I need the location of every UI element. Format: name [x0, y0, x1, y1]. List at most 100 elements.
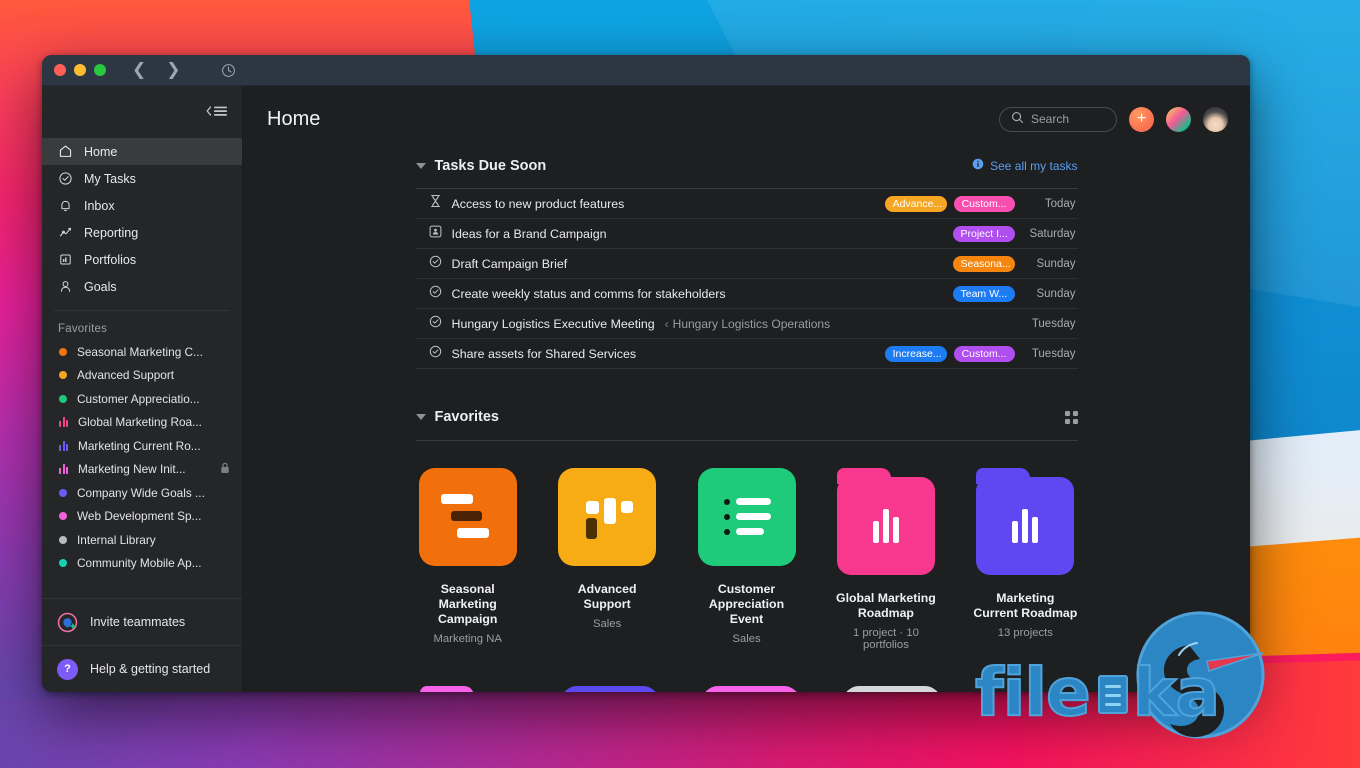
invite-teammates-label: Invite teammates: [90, 615, 186, 629]
favorites-card-grid-row2: [416, 686, 1078, 692]
sidebar-item-goals[interactable]: Goals: [42, 273, 242, 300]
search-input[interactable]: [999, 106, 1117, 132]
status-badge[interactable]: Project I...: [952, 225, 1015, 242]
sidebar-item-label: Home: [84, 144, 118, 159]
sidebar-header: [42, 86, 242, 136]
home-content: Tasks Due Soon See all my tasks Access t…: [243, 152, 1250, 692]
bell-icon: [58, 198, 73, 213]
project-color-dot: [59, 488, 67, 497]
table-row[interactable]: Hungary Logistics Executive Meeting ‹ Hun…: [415, 309, 1078, 339]
favorite-label: Web Development Sp...: [77, 509, 202, 524]
portfolio-bars-icon: [59, 464, 68, 475]
collapse-sidebar-icon[interactable]: [205, 104, 229, 118]
sidebar-favorite-item[interactable]: Marketing New Init...: [42, 458, 242, 482]
check-circle-icon[interactable]: [429, 315, 442, 333]
favorites-card-grid: Seasonal Marketing Campaign Marketing NA…: [416, 468, 1078, 651]
favorite-card-marketing-current-roadmap[interactable]: Marketing Current Roadmap 13 projects: [973, 468, 1077, 651]
table-row[interactable]: Access to new product features Advance..…: [415, 189, 1078, 219]
card-subtitle: 1 project · 10 portfolios: [852, 627, 919, 651]
favorite-card-row2-2[interactable]: [557, 686, 663, 692]
status-badge[interactable]: Custom...: [953, 345, 1015, 362]
task-title: Hungary Logistics Executive Meeting: [451, 316, 655, 331]
status-badge[interactable]: Seasona...: [952, 255, 1015, 272]
chevron-down-icon[interactable]: [415, 414, 426, 420]
check-circle-icon[interactable]: [429, 255, 442, 273]
sidebar: Home My Tasks Inbox Reporting Portfolios…: [42, 86, 243, 692]
sidebar-favorite-item[interactable]: Global Marketing Roa...: [42, 411, 242, 435]
task-project[interactable]: ‹ Hungary Logistics Operations: [665, 317, 830, 331]
maximize-window-button[interactable]: [94, 64, 106, 76]
card-subtitle: Sales: [592, 618, 622, 630]
favorite-card-customer-appreciation-event[interactable]: Customer Appreciation Event Sales: [694, 468, 798, 651]
project-color-dot: [59, 394, 67, 403]
favorite-label: Global Marketing Roa...: [78, 415, 202, 430]
sidebar-favorite-item[interactable]: Company Wide Goals ...: [42, 481, 242, 505]
favorite-card-row2-3[interactable]: [698, 686, 804, 692]
card-subtitle: Marketing NA: [433, 633, 502, 645]
favorite-label: Community Mobile Ap...: [77, 556, 202, 571]
close-window-button[interactable]: [54, 64, 66, 76]
sidebar-favorite-item[interactable]: Advanced Support: [42, 364, 242, 388]
sidebar-favorite-item[interactable]: Internal Library: [42, 528, 242, 552]
clock-icon[interactable]: [221, 63, 236, 78]
favorite-card-row2-1[interactable]: [416, 686, 522, 692]
milestone-icon: [429, 225, 442, 243]
line-chart-icon: [58, 225, 73, 240]
check-circle-icon[interactable]: [429, 285, 442, 303]
status-badge[interactable]: Team W...: [952, 285, 1015, 302]
favorite-card-global-marketing-roadmap[interactable]: Global Marketing Roadmap 1 project · 10 …: [834, 468, 938, 651]
sidebar-item-inbox[interactable]: Inbox: [42, 192, 242, 219]
check-circle-icon[interactable]: [429, 345, 442, 363]
project-tile-icon: [842, 686, 941, 692]
table-row[interactable]: Draft Campaign Brief Seasona... Sunday: [415, 249, 1078, 279]
table-row[interactable]: Share assets for Shared Services Increas…: [415, 339, 1078, 369]
status-badge[interactable]: Advance...: [884, 195, 947, 212]
sidebar-item-my-tasks[interactable]: My Tasks: [42, 165, 242, 192]
favorite-label: Marketing New Init...: [78, 462, 186, 477]
status-badge[interactable]: Increase...: [884, 345, 947, 362]
sidebar-favorite-item[interactable]: Seasonal Marketing C...: [42, 340, 242, 364]
window-traffic-lights[interactable]: [54, 64, 106, 76]
sidebar-item-reporting[interactable]: Reporting: [42, 219, 242, 246]
avatar-user-2[interactable]: [1203, 106, 1228, 132]
minimize-window-button[interactable]: [74, 64, 86, 76]
favorite-card-seasonal-marketing-campaign[interactable]: Seasonal Marketing Campaign Marketing NA: [416, 468, 520, 651]
chevron-down-icon[interactable]: [415, 163, 426, 169]
sidebar-item-portfolios[interactable]: Portfolios: [42, 246, 242, 273]
favorite-card-row2-4[interactable]: [839, 686, 945, 692]
see-all-my-tasks-link[interactable]: See all my tasks: [990, 159, 1077, 173]
hourglass-icon: [429, 194, 442, 213]
goal-icon: [58, 279, 73, 294]
lock-icon: [220, 462, 230, 477]
grid-view-icon[interactable]: [1064, 410, 1078, 424]
sidebar-favorites-list: Seasonal Marketing C... Advanced Support…: [42, 340, 242, 575]
project-tile-icon: [418, 468, 517, 566]
table-row[interactable]: Ideas for a Brand Campaign Project I... …: [415, 219, 1078, 249]
sidebar-item-home[interactable]: Home: [42, 138, 242, 165]
sidebar-favorite-item[interactable]: Marketing Current Ro...: [42, 434, 242, 458]
search-field[interactable]: [1031, 112, 1105, 126]
window-titlebar: ❮ ❯: [42, 55, 1250, 86]
portfolio-bars-icon: [59, 440, 68, 451]
help-label: Help & getting started: [90, 662, 211, 676]
avatar-user-1[interactable]: [1166, 106, 1191, 132]
card-title: Global Marketing Roadmap: [836, 591, 936, 620]
info-icon: [972, 157, 984, 175]
sidebar-item-label: My Tasks: [84, 171, 136, 186]
chevron-right-icon[interactable]: ❯: [166, 61, 180, 79]
invite-teammates-button[interactable]: Invite teammates: [42, 598, 242, 645]
chevron-left-icon[interactable]: ❮: [132, 61, 146, 79]
favorites-section: Favorites Seasonal Marketing Campaign Ma…: [415, 403, 1078, 692]
table-row[interactable]: Create weekly status and comms for stake…: [415, 279, 1078, 309]
sidebar-favorite-item[interactable]: Customer Appreciatio...: [42, 387, 242, 411]
favorite-card-advanced-support[interactable]: Advanced Support Sales: [555, 468, 659, 651]
card-subtitle: 13 projects: [997, 627, 1053, 639]
status-badge[interactable]: Custom...: [953, 195, 1015, 212]
sidebar-item-label: Inbox: [84, 198, 115, 213]
sidebar-favorite-item[interactable]: Community Mobile Ap...: [42, 552, 242, 576]
help-getting-started-button[interactable]: ? Help & getting started: [42, 645, 242, 692]
sidebar-favorite-item[interactable]: Web Development Sp...: [42, 505, 242, 529]
create-button[interactable]: +: [1129, 106, 1154, 132]
task-title: Draft Campaign Brief: [451, 256, 568, 271]
task-title: Share assets for Shared Services: [451, 346, 637, 361]
